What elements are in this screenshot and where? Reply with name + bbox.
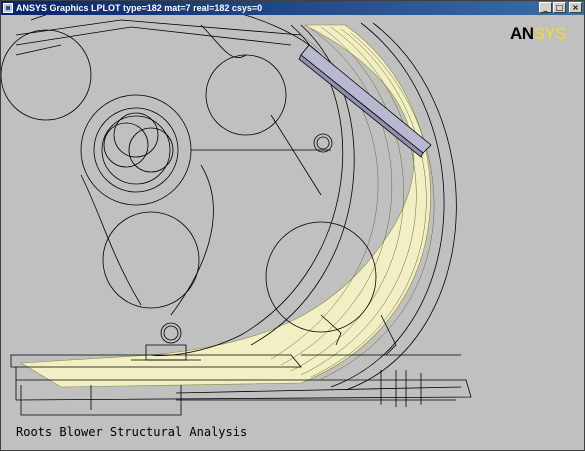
close-button[interactable]: × [569,2,582,13]
maximize-button[interactable]: □ [553,2,566,13]
ansys-app-icon[interactable] [3,3,13,13]
graphics-canvas[interactable]: ANSYS Roots Blower Structural Analysis [1,15,584,450]
highlighted-area [20,24,431,388]
line-plot [1,15,472,416]
title-bar[interactable]: ANSYS Graphics LPLOT type=182 mat=7 real… [1,1,584,15]
minimize-button[interactable]: _ [539,2,552,13]
ansys-graphics-window: ANSYS Graphics LPLOT type=182 mat=7 real… [0,0,585,451]
window-title: ANSYS Graphics LPLOT type=182 mat=7 real… [16,3,263,13]
plot-caption: Roots Blower Structural Analysis [16,425,248,439]
ansys-logo: ANSYS [510,24,567,43]
window-controls: _ □ × [539,2,582,13]
